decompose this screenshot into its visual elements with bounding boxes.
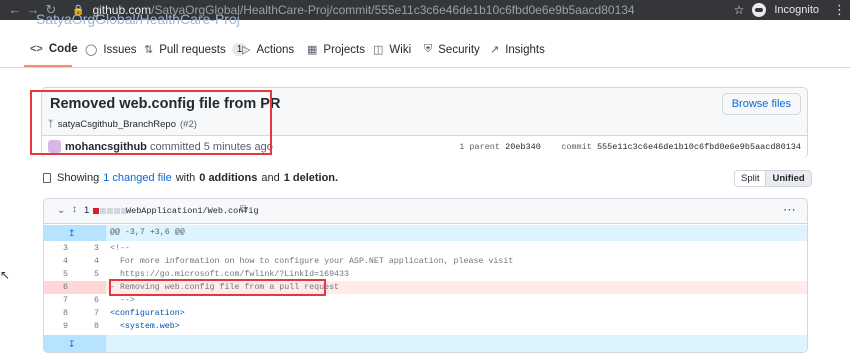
file-options-icon[interactable]: ⋯ — [783, 202, 797, 218]
incognito-label: Incognito — [774, 4, 819, 16]
expand-up-icon[interactable]: ↥ — [68, 225, 76, 241]
file-diff: ⌄ ↕ 1 WebApplication1/Web.config ⧉ ⋯ ↥ @… — [43, 198, 808, 353]
commit-sha: 555e11c3c6e46de1b10c6fbd0e6e9b5aacd80134 — [596, 142, 801, 152]
repo-name[interactable]: SatyaOrgGlobal/HealthCare-Proj — [36, 11, 240, 27]
file-diff-icon — [43, 173, 51, 183]
diffstat-deleted-block — [93, 208, 99, 214]
hunk-header: @@ -3,7 +3,6 @@ — [110, 228, 185, 237]
changed-files-link[interactable]: 1 changed file — [103, 172, 172, 184]
new-line-number[interactable]: 5 — [75, 268, 99, 281]
old-line-number[interactable]: 3 — [44, 242, 68, 255]
code-icon: <> — [30, 43, 43, 55]
commit-label: commit — [561, 142, 592, 152]
book-icon: ◫ — [373, 44, 384, 56]
split-view-button[interactable]: Split — [735, 171, 766, 186]
new-line-number[interactable]: 8 — [75, 320, 99, 333]
parent-label: 1 parent — [459, 142, 500, 152]
diffstat-neutral-block — [107, 208, 113, 214]
parent-sha[interactable]: 20eb340 — [505, 142, 541, 152]
tab-label: Security — [438, 43, 480, 56]
code-line: <system.web> — [110, 322, 180, 331]
table-row: 8 7 <configuration> — [44, 307, 807, 320]
table-icon: ▦ — [307, 44, 318, 56]
tab-wiki[interactable]: ◫ Wiki — [373, 43, 412, 57]
summary-prefix: Showing — [57, 172, 100, 184]
table-row: 9 8 <system.web> — [44, 320, 807, 333]
repo-nav: SatyaOrgGlobal/HealthCare-Proj <> Code ◯… — [0, 11, 850, 68]
tab-insights[interactable]: ↗ Insights — [490, 43, 545, 57]
annotation-highlight-box — [109, 279, 326, 296]
hunk-header-row: ↥ @@ -3,7 +3,6 @@ — [44, 225, 807, 241]
browse-files-button[interactable]: Browse files — [721, 93, 801, 115]
new-line-number[interactable]: 4 — [75, 255, 99, 268]
diff-view-toggle: Split Unified — [734, 170, 812, 187]
copy-icon[interactable]: ⧉ — [240, 204, 247, 215]
expand-down-icon[interactable]: ↧ — [68, 335, 76, 352]
tab-label: Projects — [323, 43, 365, 56]
summary-with: with — [175, 172, 196, 184]
new-line-number[interactable]: 7 — [75, 307, 99, 320]
code-line: <configuration> — [110, 309, 185, 318]
diff-summary: Showing 1 changed file with 0 additions … — [43, 172, 338, 184]
tab-label: Wiki — [389, 43, 412, 56]
old-line-number[interactable]: 6 — [44, 281, 68, 294]
tab-label: Pull requests — [159, 43, 226, 56]
old-line-number[interactable]: 8 — [44, 307, 68, 320]
tab-label: Issues — [103, 43, 137, 56]
table-row: 3 3 <!-- — [44, 242, 807, 255]
graph-icon: ↗ — [490, 44, 500, 56]
expand-down-row: ↧ — [44, 335, 807, 352]
commit-meta: 1 parent 20eb340 commit 555e11c3c6e46de1… — [459, 142, 801, 152]
browser-menu-icon[interactable]: ⋮ — [833, 2, 846, 18]
tab-projects[interactable]: ▦ Projects — [307, 43, 365, 57]
tab-label: Code — [48, 43, 78, 55]
diffstat-neutral-block — [114, 208, 120, 214]
unified-view-button[interactable]: Unified — [765, 171, 811, 186]
file-header: ⌄ ↕ 1 WebApplication1/Web.config ⧉ ⋯ — [44, 199, 807, 224]
pull-request-icon: ⇅ — [144, 44, 154, 56]
old-line-number[interactable]: 5 — [44, 268, 68, 281]
bookmark-star-icon[interactable]: ☆ — [734, 3, 745, 17]
code-line: For more information on how to configure… — [110, 257, 514, 266]
active-tab-indicator — [24, 65, 72, 67]
new-line-number[interactable]: 6 — [75, 294, 99, 307]
mouse-cursor-icon: ↖ — [0, 268, 11, 282]
chevron-down-icon[interactable]: ⌄ — [57, 205, 65, 216]
new-line-number[interactable]: 3 — [75, 242, 99, 255]
old-line-number[interactable]: 7 — [44, 294, 68, 307]
back-arrow-icon[interactable]: ← — [6, 0, 24, 20]
file-path[interactable]: WebApplication1/Web.config — [126, 206, 259, 216]
tab-security[interactable]: ⛨ Security — [424, 43, 480, 56]
expand-all-icon[interactable]: ↕ — [72, 204, 77, 215]
issue-icon: ◯ — [85, 44, 98, 56]
deletions-count: 1 deletion. — [283, 172, 339, 184]
incognito-icon[interactable] — [752, 3, 767, 17]
tab-label: Actions — [256, 43, 295, 56]
diffstat-neutral-block — [100, 208, 106, 214]
summary-and: and — [261, 172, 280, 184]
old-line-number[interactable]: 4 — [44, 255, 68, 268]
tab-code[interactable]: <> Code — [30, 43, 78, 55]
table-row: 4 4 For more information on how to confi… — [44, 255, 807, 268]
additions-count: 0 additions — [199, 172, 258, 184]
diffstat-bar — [93, 208, 127, 214]
tab-issues[interactable]: ◯ Issues — [85, 43, 137, 57]
file-change-count: 1 — [84, 205, 90, 216]
tab-actions[interactable]: ▷ Actions — [242, 43, 295, 57]
tab-label: Insights — [505, 43, 545, 56]
shield-icon: ⛨ — [424, 43, 433, 55]
old-line-number[interactable]: 9 — [44, 320, 68, 333]
play-icon: ▷ — [242, 44, 251, 56]
annotation-highlight-box — [30, 90, 272, 155]
code-line: <!-- — [110, 244, 130, 253]
tab-pull-requests[interactable]: ⇅ Pull requests 1 — [144, 43, 248, 56]
